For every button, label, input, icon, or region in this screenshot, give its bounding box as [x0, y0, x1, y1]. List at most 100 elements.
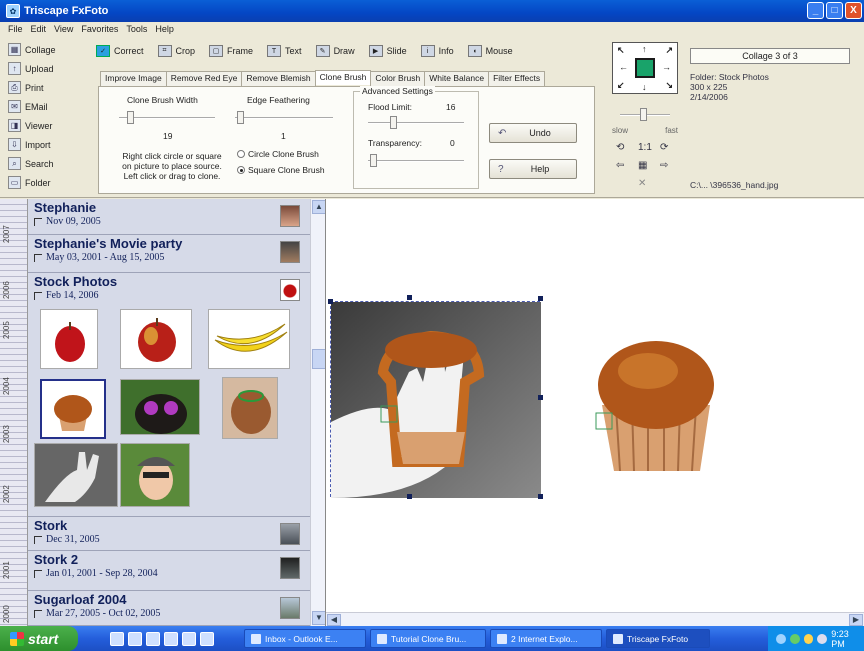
folder-button[interactable]: ▭ Folder — [8, 173, 86, 192]
close-button[interactable]: X — [845, 2, 862, 19]
quick-launch-icon[interactable] — [146, 631, 160, 646]
album-stephanie[interactable]: Stephanie Nov 09, 2005 — [28, 199, 310, 235]
remove-icon[interactable]: ✕ — [638, 178, 646, 189]
maximize-button[interactable]: □ — [826, 2, 843, 19]
arrow-down-right-icon[interactable]: ↘ — [665, 80, 673, 91]
menu-help[interactable]: Help — [155, 24, 174, 34]
menu-view[interactable]: View — [54, 24, 73, 34]
fit-center-icon[interactable] — [635, 58, 655, 78]
task-triscape-fxfoto[interactable]: Triscape FxFoto — [606, 629, 710, 648]
subtab-remove-blemish[interactable]: Remove Blemish — [241, 71, 316, 86]
resize-handle[interactable] — [538, 395, 543, 400]
email-button[interactable]: ✉ EMail — [8, 97, 86, 116]
tab-draw[interactable]: ✎ Draw — [315, 44, 355, 58]
muffin-image-frame[interactable] — [556, 301, 756, 487]
slider-thumb[interactable] — [127, 111, 134, 124]
slider-thumb[interactable] — [370, 154, 377, 167]
scroll-left-button[interactable]: ◀ — [327, 614, 341, 626]
arrow-right-icon[interactable]: → — [662, 62, 671, 72]
album-checkbox[interactable] — [34, 291, 42, 300]
resize-handle[interactable] — [407, 295, 412, 300]
scroll-right-button[interactable]: ▶ — [849, 614, 863, 626]
subtab-white-balance[interactable]: White Balance — [424, 71, 490, 86]
arrow-down-icon[interactable]: ↓ — [642, 82, 647, 92]
album-checkbox[interactable] — [34, 569, 42, 578]
search-button[interactable]: ⌕ Search — [8, 154, 86, 173]
arrow-up-left-icon[interactable]: ↖ — [617, 45, 625, 56]
flood-limit-slider[interactable] — [368, 116, 464, 130]
import-button[interactable]: ⇩ Import — [8, 135, 86, 154]
quick-launch-icon[interactable] — [128, 631, 142, 646]
task-internet-explorer[interactable]: 2 Internet Explo... — [490, 629, 602, 648]
album-stork[interactable]: Stork Dec 31, 2005 — [28, 517, 310, 551]
help-button[interactable]: ? Help — [489, 159, 577, 179]
subtab-color-brush[interactable]: Color Brush — [370, 71, 426, 86]
photo-bananas[interactable] — [208, 309, 290, 369]
resize-handle[interactable] — [328, 299, 333, 304]
tab-frame[interactable]: ▢ Frame — [209, 44, 253, 58]
radio-circle-brush[interactable]: Circle Clone Brush — [237, 149, 319, 159]
tab-info[interactable]: i Info — [420, 44, 454, 58]
album-checkbox[interactable] — [34, 253, 42, 262]
tray-icon[interactable] — [817, 633, 828, 644]
subtab-remove-red-eye[interactable]: Remove Red Eye — [165, 71, 243, 86]
scroll-up-button[interactable]: ▲ — [312, 200, 325, 214]
scroll-down-button[interactable]: ▼ — [312, 611, 325, 625]
photo-girl[interactable] — [120, 443, 190, 507]
canvas-horizontal-scrollbar[interactable]: ◀ ▶ — [326, 612, 864, 626]
thumbnails-icon[interactable]: ▦ — [638, 160, 647, 171]
undo-button[interactable]: ↶ Undo — [489, 123, 577, 143]
album-stock-photos[interactable]: Stock Photos Feb 14, 2006 — [28, 273, 310, 517]
arrow-left-icon[interactable]: ← — [619, 62, 628, 72]
edge-feathering-slider[interactable] — [235, 111, 333, 125]
album-scrollbar[interactable]: ▲ ▼ — [310, 199, 325, 626]
upload-button[interactable]: ↑ Upload — [8, 59, 86, 78]
slider-thumb[interactable] — [640, 108, 647, 121]
tab-crop[interactable]: ⌗ Crop — [157, 44, 195, 58]
tray-icon[interactable] — [789, 633, 800, 644]
quick-launch-icon[interactable] — [110, 631, 124, 646]
arrow-down-left-icon[interactable]: ↙ — [617, 80, 625, 91]
menu-tools[interactable]: Tools — [126, 24, 147, 34]
photo-terrier[interactable] — [222, 377, 278, 439]
album-stork-2[interactable]: Stork 2 Jan 01, 2001 - Sep 28, 2004 — [28, 551, 310, 591]
resize-handle[interactable] — [538, 296, 543, 301]
rotate-left-icon[interactable]: ⟲ — [616, 142, 624, 153]
subtab-clone-brush[interactable]: Clone Brush — [314, 70, 372, 85]
timeline[interactable]: 2007 2006 2005 2004 2003 2002 2001 2000 — [0, 199, 28, 626]
subtab-improve-image[interactable]: Improve Image — [100, 71, 167, 86]
task-outlook[interactable]: Inbox - Outlook E... — [244, 629, 366, 648]
album-sugarloaf-2004[interactable]: Sugarloaf 2004 Mar 27, 2005 - Oct 02, 20… — [28, 591, 310, 626]
slider-thumb[interactable] — [237, 111, 244, 124]
radio-square-brush[interactable]: Square Clone Brush — [237, 165, 325, 175]
arrow-up-right-icon[interactable]: ↗ — [665, 45, 673, 56]
resize-handle[interactable] — [538, 494, 543, 499]
quick-launch-icon[interactable] — [200, 631, 214, 646]
resize-handle[interactable] — [407, 494, 412, 499]
album-checkbox[interactable] — [34, 217, 42, 226]
print-button[interactable]: ⎙ Print — [8, 78, 86, 97]
album-checkbox[interactable] — [34, 535, 42, 544]
quick-launch-icon[interactable] — [164, 631, 178, 646]
quick-launch-icon[interactable] — [182, 631, 196, 646]
selected-image-frame[interactable] — [330, 301, 541, 498]
task-tutorial[interactable]: Tutorial Clone Bru... — [370, 629, 486, 648]
tray-icon[interactable] — [776, 633, 786, 644]
tab-slide[interactable]: ▶ Slide — [368, 44, 407, 58]
tab-text[interactable]: T Text — [267, 44, 302, 58]
tab-correct[interactable]: ✓ Correct — [96, 44, 144, 58]
slider-thumb[interactable] — [390, 116, 397, 129]
album-checkbox[interactable] — [34, 609, 42, 618]
photo-apple-2[interactable] — [120, 309, 192, 369]
rotate-right-icon[interactable]: ⟳ — [660, 142, 668, 153]
transparency-slider[interactable] — [368, 154, 464, 168]
tray-icon[interactable] — [803, 633, 814, 644]
minimize-button[interactable]: _ — [807, 2, 824, 19]
photo-hand[interactable] — [34, 443, 118, 507]
image-canvas[interactable] — [326, 199, 864, 612]
collage-button[interactable]: ▦ Collage — [8, 40, 86, 59]
subtab-filter-effects[interactable]: Filter Effects — [488, 71, 546, 86]
photo-dog-glasses[interactable] — [120, 379, 200, 435]
menu-file[interactable]: File — [8, 24, 23, 34]
photo-red-apple[interactable] — [40, 309, 98, 369]
